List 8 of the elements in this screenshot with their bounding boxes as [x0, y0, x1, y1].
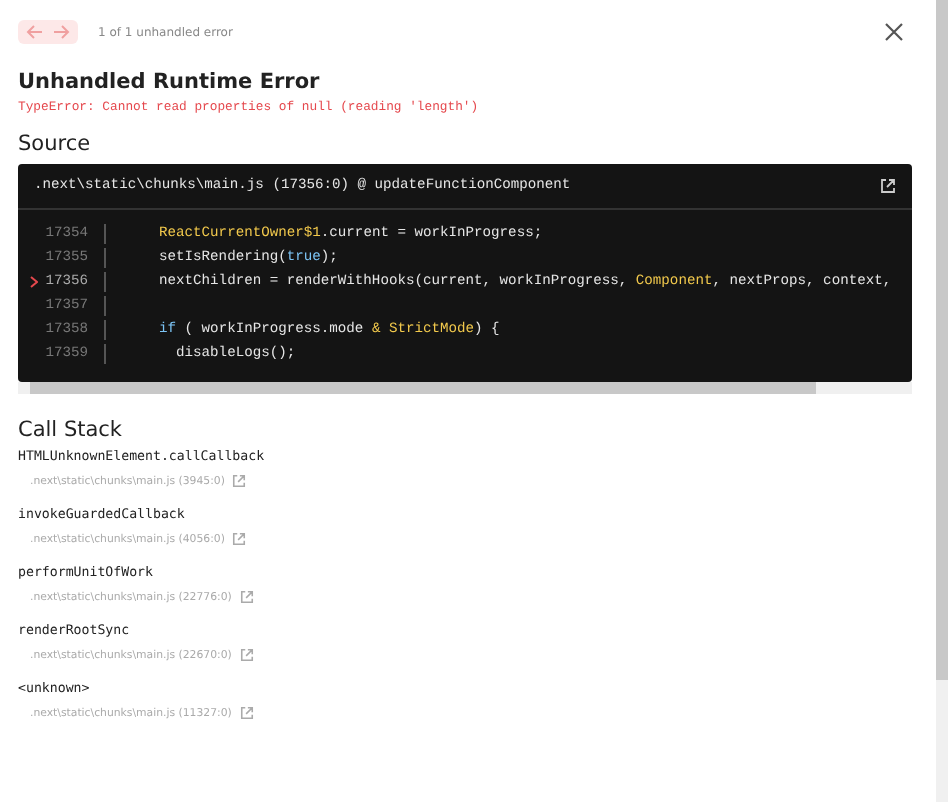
error-title: Unhandled Runtime Error [18, 70, 322, 94]
arrow-left-icon [26, 24, 44, 40]
close-icon[interactable] [884, 22, 904, 42]
chevron-icon [30, 276, 38, 288]
section-heading: Source [18, 132, 93, 156]
arrow-right-icon [52, 24, 70, 40]
section-heading: Call Stack [18, 418, 125, 442]
external-link-icon[interactable] [880, 178, 896, 194]
